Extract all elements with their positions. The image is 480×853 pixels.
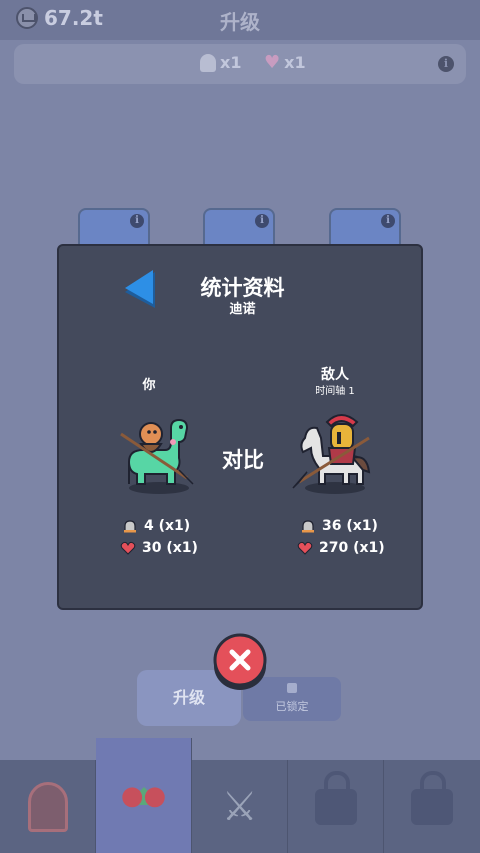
you-label: 你	[142, 378, 156, 393]
lock-icon	[287, 683, 297, 693]
dino-rider-icon	[120, 418, 194, 494]
you-health-value: 30 (x1)	[142, 540, 198, 556]
modal-subtitle: 迪诺	[229, 302, 256, 317]
door-icon	[27, 781, 68, 832]
lock-icon	[411, 770, 453, 825]
locked-label: 已锁定	[275, 700, 309, 713]
info-icon[interactable]: i	[381, 214, 395, 228]
tab-battle[interactable]: ⚔	[192, 760, 288, 853]
enemy-health-value: 270 (x1)	[319, 540, 385, 556]
health-buff-value: x1	[284, 53, 306, 72]
screen-title: 升级	[220, 10, 260, 34]
enemy-label: 敌人	[321, 367, 349, 383]
close-button[interactable]	[212, 632, 268, 690]
you-health-stat: 30 (x1)	[120, 540, 198, 556]
bell-attack-icon	[302, 520, 314, 533]
tab-locked-1[interactable]	[288, 760, 384, 853]
cherries-icon: ●●	[120, 780, 167, 811]
you-attack-stat: 4 (x1)	[122, 518, 190, 534]
bell-attack-icon	[124, 520, 136, 533]
heart-icon	[120, 541, 136, 555]
top-bar: 67.2t 升级	[0, 0, 480, 40]
enemy-timeline: 时间轴 1	[315, 386, 355, 397]
attack-buff-value: x1	[220, 53, 242, 72]
knight-rider-icon	[292, 414, 371, 494]
info-icon[interactable]: i	[130, 214, 144, 228]
lock-icon	[314, 770, 357, 825]
enemy-attack-value: 36 (x1)	[322, 518, 378, 534]
stats-modal: 统计资料 迪诺 你 敌人 时间轴 1 对比 4 (x1) 30 (x1) 36 …	[57, 244, 423, 610]
bell-icon	[200, 53, 216, 72]
enemy-attack-stat: 36 (x1)	[300, 518, 378, 534]
buff-bar: x1 ♥ x1 i	[14, 44, 466, 84]
vs-label: 对比	[222, 448, 264, 472]
bottom-tab-bar: ●● ⚔	[0, 738, 480, 853]
info-icon[interactable]: i	[255, 214, 269, 228]
info-icon[interactable]: i	[438, 56, 454, 72]
tab-upgrade[interactable]: ●●	[96, 738, 192, 853]
you-attack-value: 4 (x1)	[144, 518, 191, 534]
tab-dungeon[interactable]	[0, 760, 96, 853]
tab-locked-2[interactable]	[384, 760, 480, 853]
heart-icon: ♥	[264, 51, 281, 73]
crossed-swords-icon: ⚔	[221, 783, 258, 830]
heart-icon	[297, 541, 313, 555]
attack-buff: x1	[200, 53, 241, 72]
enemy-health-stat: 270 (x1)	[297, 540, 385, 556]
health-buff: ♥ x1	[264, 53, 306, 72]
